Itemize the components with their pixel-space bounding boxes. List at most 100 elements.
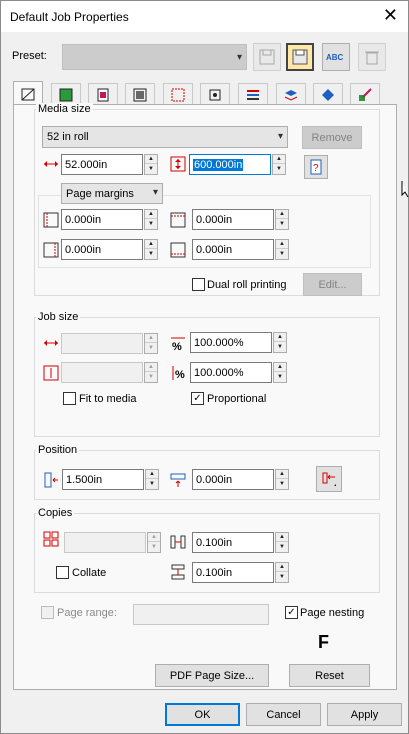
media-length-input[interactable]: 600.000in [189, 154, 271, 175]
chevron-down-icon: ▾ [236, 52, 242, 63]
scale-x-input[interactable]: 100.000% [190, 332, 272, 353]
fit-to-media-checkbox[interactable] [63, 392, 76, 405]
auto-length-button[interactable]: ? [304, 155, 328, 179]
horizontal-gap-icon [170, 535, 186, 549]
page-range-checkbox[interactable] [41, 606, 54, 619]
margin-left-spinner[interactable]: ▲ ▼ [144, 209, 158, 230]
media-size-select[interactable]: 52 in roll ▾ [42, 126, 288, 148]
horizontal-gap-spinner[interactable]: ▲ ▼ [275, 532, 289, 553]
scale-y-input[interactable]: 100.000% [190, 362, 272, 383]
pdf-page-size-button[interactable]: PDF Page Size... [155, 664, 269, 687]
collate-checkbox[interactable] [56, 566, 69, 579]
rename-preset-button[interactable]: ABC [322, 43, 350, 71]
margins-mode-select[interactable]: Page margins ▾ [61, 183, 163, 204]
reset-button[interactable]: Reset [289, 664, 370, 687]
margin-bottom-input[interactable]: 0.000in [192, 239, 274, 260]
svg-text:%: % [172, 341, 182, 351]
margin-left-input[interactable]: 0.000in [61, 209, 143, 230]
tab-marks[interactable] [200, 83, 230, 105]
copies-count-spinner[interactable]: ▲ ▼ [147, 532, 161, 553]
proportional-label: Proportional [207, 393, 267, 405]
media-width-input[interactable]: 52.000in [61, 154, 143, 175]
copies-label: Copies [36, 507, 75, 519]
scale-y-icon: % [172, 366, 185, 381]
chevron-down-icon: ▾ [152, 187, 158, 198]
trash-icon [365, 51, 379, 65]
proportional-checkbox[interactable]: ✓ [191, 392, 204, 405]
save-as-preset-button[interactable] [286, 43, 314, 71]
position-label: Position [36, 444, 80, 456]
width-icon [44, 340, 58, 346]
position-x-icon [44, 472, 58, 488]
job-height-input[interactable] [61, 362, 143, 383]
tab-profile[interactable] [88, 83, 118, 105]
position-y-spinner[interactable]: ▲ ▼ [275, 469, 289, 490]
margin-right-input[interactable]: 0.000in [61, 239, 143, 260]
page-range-label: Page range: [57, 607, 117, 619]
window-title: Default Job Properties [10, 10, 129, 24]
save-preset-button[interactable] [253, 43, 281, 71]
color-icon [59, 88, 73, 102]
remove-button[interactable]: Remove [302, 126, 362, 149]
margin-top-spinner[interactable]: ▲ ▼ [275, 209, 289, 230]
layout-icon [133, 88, 147, 102]
job-width-spinner[interactable]: ▲ ▼ [144, 333, 158, 354]
copies-grid-icon [43, 531, 59, 547]
vertical-gap-icon [171, 564, 185, 580]
position-y-input[interactable]: 0.000in [192, 469, 274, 490]
position-presets-button[interactable] [316, 466, 342, 492]
page-range-input[interactable] [133, 604, 269, 625]
width-icon [44, 161, 58, 167]
page-question-icon: ? [310, 159, 322, 175]
scale-y-spinner[interactable]: ▲ ▼ [273, 362, 287, 383]
delete-preset-button[interactable] [358, 43, 386, 71]
cancel-button[interactable]: Cancel [246, 703, 321, 726]
svg-text:%: % [175, 369, 185, 381]
horizontal-gap-input[interactable]: 0.100in [192, 532, 274, 553]
vertical-gap-spinner[interactable]: ▲ ▼ [275, 562, 289, 583]
margin-top-icon [170, 212, 186, 228]
chevron-down-icon: ▾ [277, 131, 283, 142]
margin-left-icon [43, 212, 59, 228]
dual-roll-checkbox[interactable] [192, 278, 205, 291]
height-icon [170, 156, 186, 172]
margin-top-input[interactable]: 0.000in [192, 209, 274, 230]
vertical-gap-input[interactable]: 0.100in [192, 562, 274, 583]
media-length-spinner[interactable]: ▲ ▼ [272, 154, 286, 175]
tab-ink[interactable] [238, 83, 268, 105]
margin-bottom-spinner[interactable]: ▲ ▼ [275, 239, 289, 260]
position-x-input[interactable]: 1.500in [62, 469, 144, 490]
collate-label: Collate [72, 567, 107, 579]
page-nesting-label: Page nesting [300, 607, 365, 619]
tab-tiling[interactable] [163, 83, 193, 105]
scale-x-spinner[interactable]: ▲ ▼ [273, 332, 287, 353]
tab-variable[interactable] [350, 83, 380, 105]
preset-combo[interactable]: ▾ [62, 44, 247, 70]
svg-text:?: ? [313, 163, 319, 174]
tab-finishing[interactable] [313, 83, 343, 105]
job-width-input[interactable] [61, 333, 143, 354]
apply-button[interactable]: Apply [327, 703, 402, 726]
page-nesting-checkbox[interactable]: ✓ [285, 606, 298, 619]
title-bar: Default Job Properties ✕ [1, 1, 408, 32]
profile-icon [97, 88, 109, 102]
position-x-spinner[interactable]: ▲ ▼ [145, 469, 159, 490]
dual-roll-label: Dual roll printing [207, 279, 287, 291]
tab-color[interactable] [51, 83, 81, 105]
media-width-spinner[interactable]: ▲ ▼ [144, 154, 158, 175]
job-height-spinner[interactable]: ▲ ▼ [144, 362, 158, 383]
save-icon [259, 49, 275, 65]
tab-media-stack[interactable] [276, 83, 306, 105]
dual-roll-edit-button[interactable]: Edit... [303, 273, 362, 296]
ok-button[interactable]: OK [165, 703, 240, 726]
preset-label: Preset: [12, 50, 47, 62]
tab-layout[interactable] [125, 83, 155, 105]
ink-icon [247, 90, 259, 100]
tiling-icon [171, 88, 185, 102]
fit-to-media-label: Fit to media [79, 393, 137, 405]
copies-count-input[interactable] [64, 532, 146, 553]
close-icon[interactable]: ✕ [383, 6, 398, 24]
align-icon [322, 472, 336, 486]
margin-right-spinner[interactable]: ▲ ▼ [144, 239, 158, 260]
scale-x-icon: % [171, 337, 185, 351]
